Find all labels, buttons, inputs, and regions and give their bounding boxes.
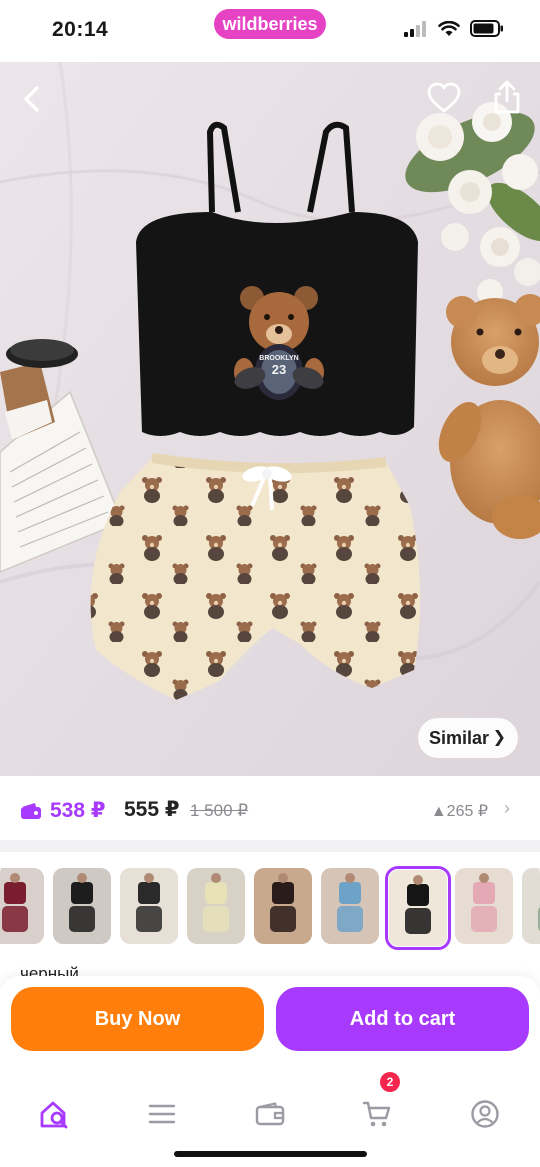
variant-image — [254, 868, 312, 944]
favorite-button[interactable] — [426, 80, 464, 116]
price-card: 538 ₽ 555 ₽ 1 500 ₽ ▲265 ₽ › — [0, 776, 540, 840]
variant-image — [321, 868, 379, 944]
product-image[interactable]: BROOKLYN 23 Similar ❯ — [0, 62, 540, 776]
variant-image — [522, 868, 540, 944]
similar-button[interactable]: Similar ❯ — [418, 718, 518, 758]
tab-home[interactable] — [30, 1094, 80, 1134]
wallet-tab-icon — [255, 1102, 285, 1126]
back-button[interactable] — [16, 82, 50, 116]
variant-image — [187, 868, 245, 944]
variant-image — [53, 868, 111, 944]
variant-thumbnail[interactable] — [0, 868, 44, 944]
variant-thumbnail[interactable] — [254, 868, 312, 944]
variant-thumbnail[interactable] — [522, 868, 540, 944]
similar-label: Similar — [429, 728, 490, 748]
home-search-icon — [40, 1101, 68, 1129]
battery-icon — [470, 20, 503, 37]
product-price: 555 ₽ — [124, 798, 180, 821]
variant-thumbnail[interactable] — [120, 868, 178, 944]
wallet-price-value: 538 ₽ — [50, 799, 106, 822]
bottom-tab-bar: 2 — [0, 1072, 540, 1154]
buy-now-button[interactable]: Buy Now — [11, 987, 264, 1051]
print-brooklyn-text: BROOKLYN — [259, 355, 298, 362]
wallet-price[interactable]: 538 ₽ — [20, 798, 105, 823]
home-indicator — [174, 1151, 367, 1157]
cart-icon — [362, 1101, 391, 1127]
back-icon — [24, 86, 39, 112]
status-bar: 20:14 wildberries — [0, 0, 540, 62]
variant-image — [0, 868, 44, 944]
variant-thumbnail[interactable] — [53, 868, 111, 944]
status-time: 20:14 — [52, 18, 109, 41]
variant-thumbnail[interactable] — [455, 868, 513, 944]
product-photo: BROOKLYN 23 — [0, 62, 540, 776]
tab-profile[interactable] — [460, 1094, 510, 1134]
tab-wallet[interactable] — [245, 1094, 295, 1134]
print-number-text: 23 — [272, 362, 286, 377]
variant-image — [389, 870, 447, 946]
old-price: 1 500 ₽ — [190, 801, 249, 820]
add-to-cart-button[interactable]: Add to cart — [276, 987, 529, 1051]
catalog-icon — [148, 1104, 176, 1124]
variant-selector: черный — [0, 852, 540, 982]
wifi-icon — [438, 20, 460, 36]
wallet-icon — [21, 802, 41, 819]
share-button[interactable] — [490, 78, 526, 116]
tab-catalog[interactable] — [137, 1094, 187, 1134]
price-history-delta[interactable]: ▲265 ₽ — [431, 801, 488, 821]
cart-count-badge: 2 — [380, 1072, 400, 1092]
brand-pill: wildberries — [214, 9, 326, 39]
divider — [0, 840, 540, 852]
status-icons — [404, 20, 504, 37]
variant-thumbnail[interactable] — [321, 868, 379, 944]
variant-image — [120, 868, 178, 944]
heart-icon — [427, 82, 461, 113]
tab-cart[interactable] — [352, 1094, 402, 1134]
variant-image — [455, 868, 513, 944]
profile-icon — [471, 1100, 499, 1128]
signal-icon — [404, 20, 426, 37]
variant-thumbnail[interactable] — [385, 866, 451, 950]
variant-thumbnail[interactable] — [187, 868, 245, 944]
chevron-right-icon: ❯ — [492, 729, 506, 746]
chevron-right-icon[interactable]: › — [504, 798, 510, 819]
share-icon — [494, 80, 520, 114]
